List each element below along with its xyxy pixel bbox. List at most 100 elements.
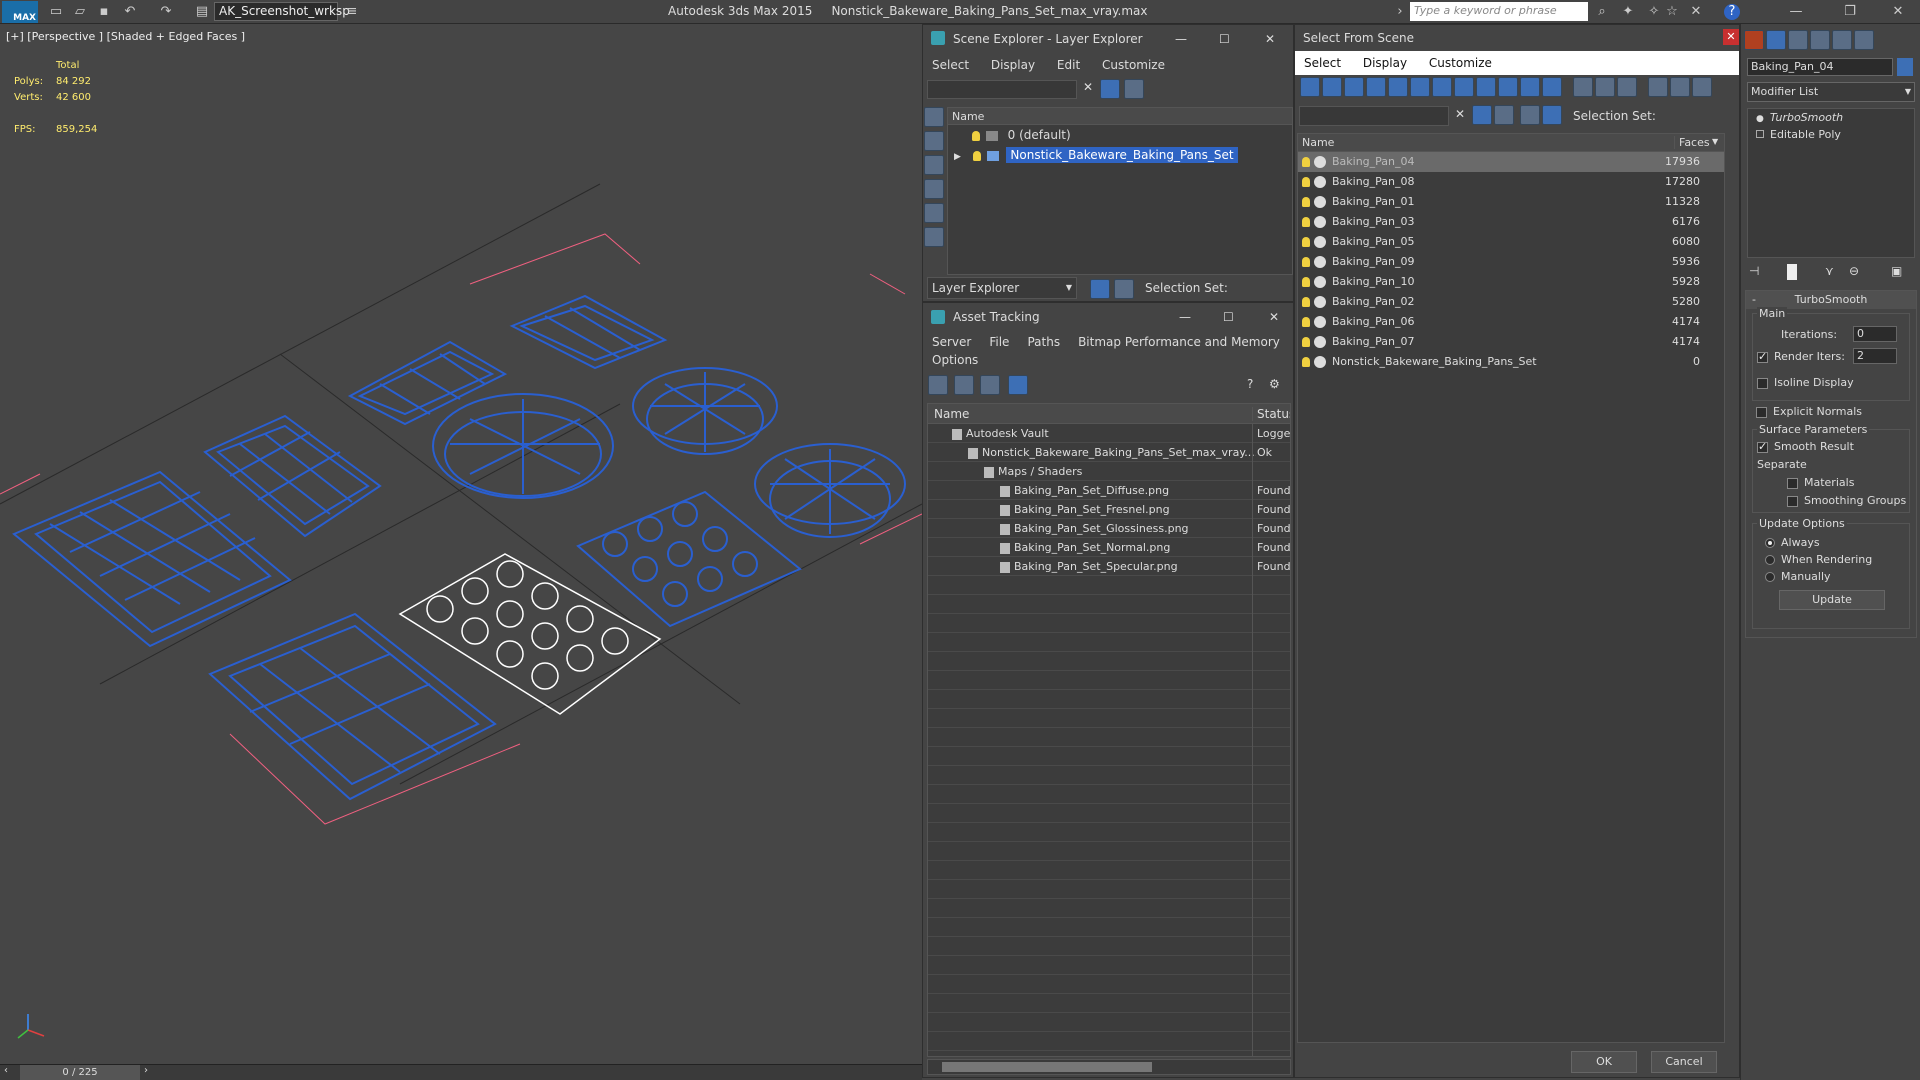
clear-icon[interactable]: ✕	[1083, 80, 1093, 94]
menu-customize[interactable]: Customize	[1102, 58, 1165, 72]
col-name[interactable]: Name	[934, 407, 969, 421]
hierarchy-icon[interactable]	[1114, 279, 1134, 299]
stack-item-editable-poly[interactable]: Editable Poly	[1748, 126, 1914, 143]
light-bulb-icon[interactable]	[1302, 277, 1310, 287]
filter-bones-icon[interactable]	[1476, 77, 1496, 97]
expand-box-icon[interactable]	[1756, 130, 1764, 138]
scroll-thumb[interactable]	[942, 1062, 1152, 1072]
create-tab-icon[interactable]	[1744, 30, 1764, 50]
project-folder-icon[interactable]: ▤	[194, 4, 210, 20]
redo-icon[interactable]: ↷	[158, 4, 174, 20]
iterations-spinner[interactable]: 0	[1853, 326, 1897, 342]
workspace-dropdown[interactable]: AK_Screenshot_wrksp	[214, 2, 350, 21]
menu-file[interactable]: File	[989, 335, 1009, 349]
menu-server[interactable]: Server	[932, 335, 971, 349]
smoothing-groups-checkbox[interactable]	[1787, 495, 1798, 507]
col-name[interactable]: Name	[1302, 136, 1334, 149]
settings-icon[interactable]: ⚙	[1269, 377, 1280, 391]
menu-paths[interactable]: Paths	[1027, 335, 1060, 349]
menu-display[interactable]: Display	[1363, 56, 1407, 70]
update-button[interactable]: Update	[1779, 590, 1885, 610]
object-row[interactable]: Baking_Pan_03 6176	[1298, 212, 1724, 232]
close-icon[interactable]: ✕	[1269, 303, 1279, 331]
asset-row[interactable]: Nonstick_Bakeware_Baking_Pans_Set_max_vr…	[928, 443, 1290, 462]
minimize-icon[interactable]: —	[1788, 4, 1804, 20]
scene-wireframe[interactable]	[0, 24, 922, 1064]
col-status[interactable]: Status	[1252, 407, 1290, 421]
light-bulb-icon[interactable]	[1302, 297, 1310, 307]
clear-icon[interactable]: ✕	[1455, 107, 1465, 121]
display-helpers-icon[interactable]	[924, 203, 944, 223]
light-bulb-icon[interactable]	[1302, 157, 1310, 167]
filter-xrefs-icon[interactable]	[1454, 77, 1474, 97]
layer-row-default[interactable]: 0 (default)	[948, 125, 1292, 145]
select-invert-icon[interactable]	[1616, 77, 1637, 97]
chevron-right-icon[interactable]: ›	[1392, 4, 1408, 20]
layers-icon[interactable]	[1520, 105, 1540, 125]
asset-row[interactable]: Baking_Pan_Set_Specular.png Found	[928, 557, 1290, 576]
scene-explorer-titlebar[interactable]: Scene Explorer - Layer Explorer — ☐ ✕	[923, 25, 1293, 53]
collapse-icon[interactable]	[1691, 77, 1712, 97]
utilities-tab-icon[interactable]	[1854, 30, 1874, 50]
exchange-icon[interactable]: ✕	[1688, 4, 1704, 20]
hierarchy-tab-icon[interactable]	[1788, 30, 1808, 50]
smooth-result-checkbox[interactable]	[1757, 440, 1768, 453]
select-from-scene-titlebar[interactable]: Select From Scene ✕	[1295, 25, 1739, 51]
filter-groups-icon[interactable]	[1432, 77, 1452, 97]
undo-icon[interactable]: ↶	[122, 4, 138, 20]
remove-modifier-icon[interactable]: ⊖	[1849, 264, 1859, 278]
manually-radio[interactable]	[1765, 572, 1775, 582]
materials-checkbox[interactable]	[1787, 477, 1798, 489]
close-icon[interactable]: ✕	[1890, 4, 1906, 20]
asset-tracking-titlebar[interactable]: Asset Tracking — ☐ ✕	[923, 303, 1293, 331]
filter-cameras-icon[interactable]	[1366, 77, 1386, 97]
object-row[interactable]: Baking_Pan_10 5928	[1298, 272, 1724, 292]
expand-arrow-icon[interactable]: ▶	[954, 152, 961, 162]
filter-containers-icon[interactable]	[1498, 77, 1518, 97]
maximize-icon[interactable]: ☐	[1223, 303, 1234, 331]
light-bulb-icon[interactable]	[1302, 217, 1310, 227]
render-iters-checkbox[interactable]	[1757, 350, 1768, 363]
object-row[interactable]: Baking_Pan_04 17936	[1298, 152, 1724, 172]
light-bulb-icon[interactable]	[972, 130, 980, 141]
make-unique-icon[interactable]: ⋎	[1825, 264, 1834, 278]
light-bulb-icon[interactable]	[1302, 337, 1310, 347]
render-iters-spinner[interactable]: 2	[1853, 348, 1897, 364]
refresh-icon[interactable]	[928, 375, 948, 395]
display-lights-icon[interactable]	[924, 155, 944, 175]
stack-item-turbosmooth[interactable]: ● TurboSmooth	[1748, 109, 1914, 126]
asset-row[interactable]: Baking_Pan_Set_Fresnel.png Found	[928, 500, 1290, 519]
light-bulb-icon[interactable]	[972, 150, 981, 161]
explorer-type-dropdown[interactable]: Layer Explorer ▼	[927, 277, 1077, 299]
display-cameras-icon[interactable]	[924, 179, 944, 199]
display-tab-icon[interactable]	[1832, 30, 1852, 50]
pin-stack-icon[interactable]: ⊣	[1749, 264, 1759, 278]
menu-select[interactable]: Select	[1304, 56, 1341, 70]
object-row[interactable]: Baking_Pan_05 6080	[1298, 232, 1724, 252]
object-row[interactable]: Baking_Pan_01 11328	[1298, 192, 1724, 212]
object-row[interactable]: Baking_Pan_07 4174	[1298, 332, 1724, 352]
object-row[interactable]: Baking_Pan_06 4174	[1298, 312, 1724, 332]
asset-row[interactable]: Maps / Shaders	[928, 462, 1290, 481]
filter-frozen-icon[interactable]	[1520, 77, 1540, 97]
cancel-button[interactable]: Cancel	[1651, 1051, 1717, 1073]
ok-button[interactable]: OK	[1571, 1051, 1637, 1073]
filter-helpers-icon[interactable]	[1388, 77, 1408, 97]
filter-spacewarps-icon[interactable]	[1410, 77, 1430, 97]
restore-icon[interactable]: ❐	[1842, 4, 1858, 20]
show-end-result-icon[interactable]	[1787, 264, 1797, 280]
motion-tab-icon[interactable]	[1810, 30, 1830, 50]
chevron-left-icon[interactable]: ‹	[4, 1065, 8, 1076]
menu-dropdown-icon[interactable]: ≡	[344, 4, 360, 20]
maximize-icon[interactable]: ☐	[1219, 25, 1230, 53]
object-name-field[interactable]: Baking_Pan_04	[1747, 58, 1893, 76]
star-icon[interactable]: ☆	[1664, 4, 1680, 20]
asset-row[interactable]: Baking_Pan_Set_Normal.png Found	[928, 538, 1290, 557]
filter-icon[interactable]	[1100, 79, 1120, 99]
app-logo[interactable]: MAX	[2, 1, 38, 23]
menu-select[interactable]: Select	[932, 58, 969, 72]
light-bulb-icon[interactable]: ●	[1756, 114, 1764, 124]
display-shapes-icon[interactable]	[924, 131, 944, 151]
close-icon[interactable]: ✕	[1265, 25, 1275, 53]
select-all-icon[interactable]	[1572, 77, 1593, 97]
